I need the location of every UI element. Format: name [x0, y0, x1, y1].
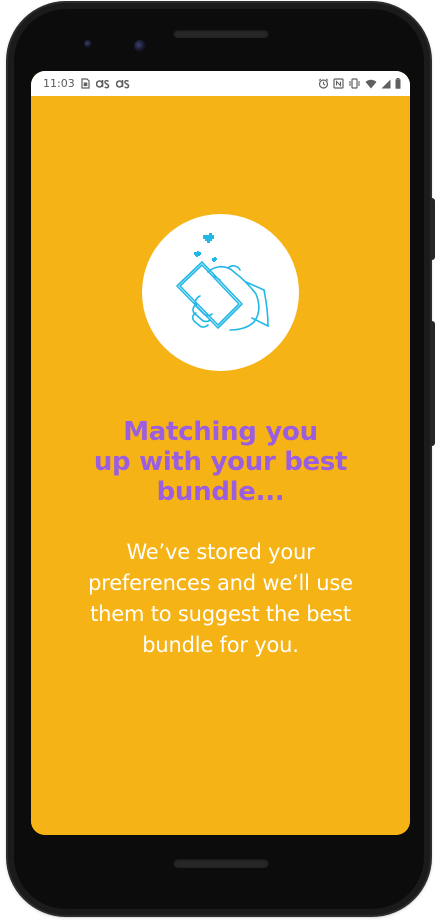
power-button	[430, 198, 435, 260]
notification-ds-icon	[95, 79, 110, 89]
page-headline: Matching you up with your best bundle...	[51, 417, 390, 507]
hand-holding-phone-hearts-icon	[176, 233, 269, 331]
vibrate-icon	[348, 78, 361, 89]
status-time: 11:03	[43, 77, 75, 90]
status-bar-left: 11:03	[43, 77, 130, 90]
headline-line: up with your best	[93, 447, 348, 477]
main-content: Matching you up with your best bundle... W…	[31, 96, 410, 835]
nfc-icon	[333, 78, 344, 89]
front-camera	[134, 40, 146, 52]
headline-line: bundle...	[156, 477, 285, 507]
wifi-icon	[365, 79, 377, 89]
notification-ds-icon	[115, 79, 130, 89]
description-line: bundle for you.	[142, 633, 299, 657]
earpiece-speaker	[173, 29, 269, 38]
battery-icon	[395, 78, 401, 89]
description-line: preferences and we’ll use	[88, 571, 353, 595]
alarm-icon	[318, 78, 329, 89]
bottom-speaker	[173, 858, 269, 868]
volume-button	[430, 321, 435, 446]
status-bar-right	[318, 78, 401, 89]
headline-line: Matching you	[123, 417, 318, 447]
illustration	[142, 214, 299, 371]
description-line: them to suggest the best	[90, 602, 351, 626]
description-line: We’ve stored your	[126, 540, 315, 564]
signal-icon	[381, 79, 391, 89]
sim-card-icon	[81, 78, 90, 89]
description-text: We’ve stored your preferences and we’ll u…	[51, 537, 390, 661]
device-screen: 11:03 Matching you up with your best bun…	[31, 71, 410, 835]
status-bar: 11:03	[31, 71, 410, 96]
front-sensor	[84, 40, 92, 48]
